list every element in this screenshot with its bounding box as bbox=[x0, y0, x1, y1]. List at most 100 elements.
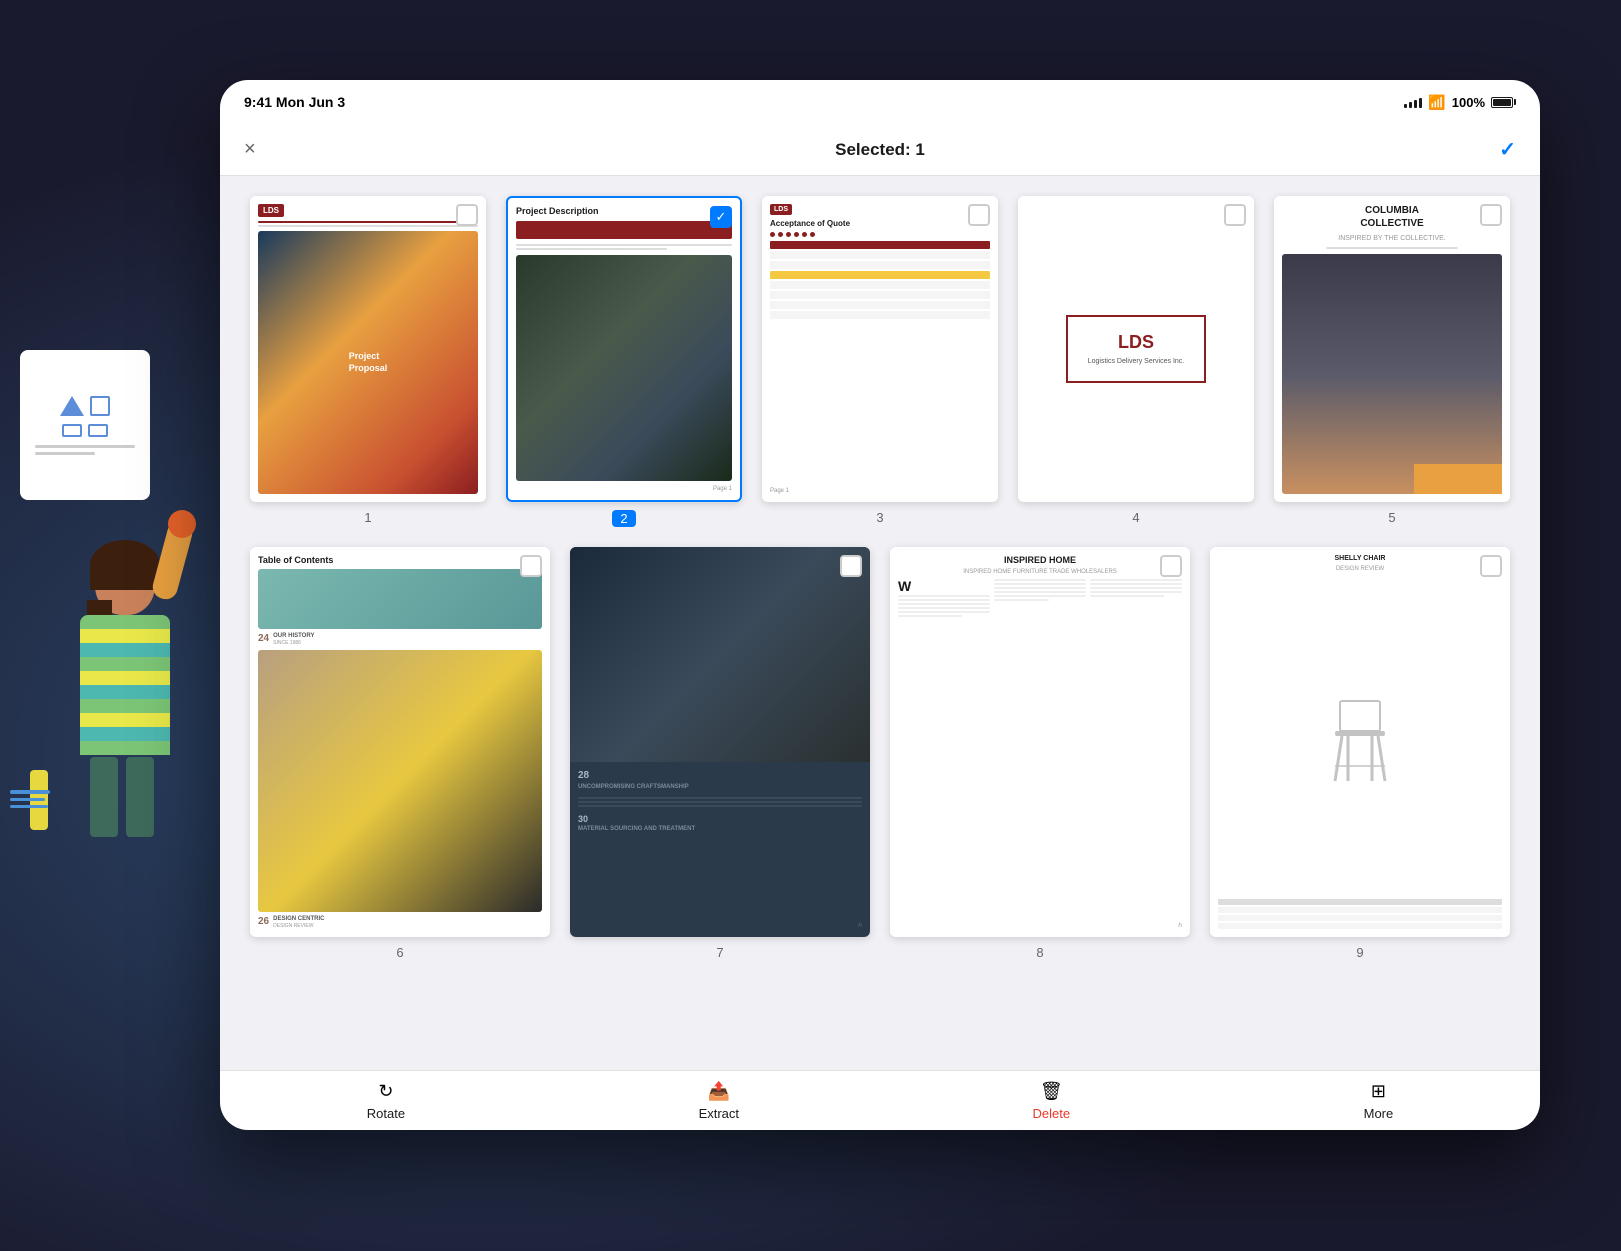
doc-line-short bbox=[35, 452, 95, 455]
thumb-9[interactable]: SHELLY CHAIR DESIGN REVIEW bbox=[1210, 547, 1510, 937]
page1-image: ProjectProposal bbox=[258, 231, 478, 494]
thumb-3[interactable]: LDS Acceptance of Quote bbox=[762, 196, 998, 502]
battery-percent: 100% bbox=[1452, 95, 1485, 110]
page2-bar bbox=[516, 221, 732, 239]
close-button[interactable]: × bbox=[244, 138, 256, 161]
page-thumb-4[interactable]: LDS Logistics Delivery Services Inc. 4 bbox=[1018, 196, 1254, 527]
page6-top-img bbox=[258, 569, 542, 629]
nav-bar: × Selected: 1 ✓ bbox=[220, 124, 1540, 176]
content-area: LDS ProjectProposal 1 bbox=[220, 176, 1540, 1070]
delete-button[interactable]: 🗑 Delete bbox=[1033, 1081, 1071, 1121]
page2-footer: Page 1 bbox=[516, 486, 732, 492]
page9-title: SHELLY CHAIR bbox=[1218, 555, 1502, 562]
square-icon bbox=[90, 396, 110, 416]
page2-image bbox=[516, 255, 732, 481]
page-thumb-5[interactable]: COLUMBIACOLLECTIVE INSPIRED BY THE COLLE… bbox=[1274, 196, 1510, 527]
toc-entry-2: 26 DESIGN CENTRIC DESIGN REVIEW bbox=[258, 916, 542, 929]
page-thumb-1[interactable]: LDS ProjectProposal 1 bbox=[250, 196, 486, 527]
page-thumb-6[interactable]: Table of Contents 24 OUR HISTORY SINCE 1… bbox=[250, 547, 550, 960]
page-number-8: 8 bbox=[1036, 945, 1043, 960]
page3-content: LDS Acceptance of Quote bbox=[762, 196, 998, 502]
checkbox-2[interactable]: ✓ bbox=[710, 206, 732, 228]
page-number-7: 7 bbox=[716, 945, 723, 960]
page-number-3: 3 bbox=[876, 510, 883, 525]
more-label: More bbox=[1364, 1106, 1394, 1121]
page7-text1: UNCOMPROMISING CRAFTSMANSHIP bbox=[578, 784, 862, 792]
page6-title: Table of Contents bbox=[258, 555, 542, 565]
checkbox-8[interactable] bbox=[1160, 555, 1182, 577]
status-time: 9:41 Mon Jun 3 bbox=[244, 94, 345, 110]
page6-bottom-img bbox=[258, 650, 542, 912]
page-number-5: 5 bbox=[1388, 510, 1395, 525]
toc-sub-1: SINCE 1986 bbox=[273, 640, 314, 646]
page3-footer: Page 1 bbox=[770, 488, 990, 494]
thumb-7[interactable]: 28 UNCOMPROMISING CRAFTSMANSHIP 30 MATER bbox=[570, 547, 870, 937]
page8-content: INSPIRED HOME INSPIRED HOME FURNITURE TR… bbox=[890, 547, 1190, 937]
toc-title-2: DESIGN CENTRIC bbox=[273, 916, 324, 922]
signal-icon bbox=[1404, 96, 1422, 108]
page-number-6: 6 bbox=[396, 945, 403, 960]
checkbox-1[interactable] bbox=[456, 204, 478, 226]
page9-chair bbox=[1218, 576, 1502, 895]
toc-num-2: 26 bbox=[258, 916, 269, 927]
page-thumb-7[interactable]: 28 UNCOMPROMISING CRAFTSMANSHIP 30 MATER bbox=[570, 547, 870, 960]
checkbox-6[interactable] bbox=[520, 555, 542, 577]
page2-title: Project Description bbox=[516, 206, 732, 216]
page8-title: INSPIRED HOME bbox=[898, 555, 1182, 565]
battery-icon bbox=[1491, 97, 1516, 108]
toc-title-1: OUR HISTORY bbox=[273, 633, 314, 639]
page5-image bbox=[1282, 254, 1502, 494]
thumb-6[interactable]: Table of Contents 24 OUR HISTORY SINCE 1… bbox=[250, 547, 550, 937]
page1-content: LDS ProjectProposal bbox=[250, 196, 486, 502]
page-thumb-8[interactable]: INSPIRED HOME INSPIRED HOME FURNITURE TR… bbox=[890, 547, 1190, 960]
page7-footer: ℎ bbox=[578, 922, 862, 929]
rotate-button[interactable]: ↻ Rotate bbox=[367, 1081, 405, 1121]
page7-num1: 28 bbox=[578, 770, 862, 781]
page9-table bbox=[1218, 899, 1502, 929]
document-card bbox=[20, 350, 150, 500]
thumb-4[interactable]: LDS Logistics Delivery Services Inc. bbox=[1018, 196, 1254, 502]
checkbox-5[interactable] bbox=[1480, 204, 1502, 226]
more-button[interactable]: ⊞ More bbox=[1364, 1081, 1394, 1121]
checkbox-7[interactable] bbox=[840, 555, 862, 577]
page8-body: W bbox=[898, 579, 1182, 918]
page7-text: 28 UNCOMPROMISING CRAFTSMANSHIP 30 MATER bbox=[570, 762, 870, 937]
confirm-button[interactable]: ✓ bbox=[1499, 137, 1516, 162]
page7-content: 28 UNCOMPROMISING CRAFTSMANSHIP 30 MATER bbox=[570, 547, 870, 937]
page3-title: Acceptance of Quote bbox=[770, 219, 990, 228]
page1-title: ProjectProposal bbox=[345, 347, 392, 378]
bottom-toolbar: ↻ Rotate 📤 Extract 🗑 Delete ⊞ More bbox=[220, 1070, 1540, 1130]
page-number-9: 9 bbox=[1356, 945, 1363, 960]
page-thumb-3[interactable]: LDS Acceptance of Quote bbox=[762, 196, 998, 527]
thumb-1[interactable]: LDS ProjectProposal bbox=[250, 196, 486, 502]
wifi-icon: 📶 bbox=[1428, 94, 1445, 111]
extract-button[interactable]: 📤 Extract bbox=[699, 1081, 739, 1121]
thumb-2[interactable]: ✓ Project Description Page 1 bbox=[506, 196, 742, 502]
rotate-label: Rotate bbox=[367, 1106, 405, 1121]
checkbox-3[interactable] bbox=[968, 204, 990, 226]
lds-logo-text: LDS bbox=[1118, 332, 1154, 353]
page7-image bbox=[570, 547, 870, 761]
checkbox-9[interactable] bbox=[1480, 555, 1502, 577]
page3-logo: LDS bbox=[770, 204, 792, 215]
page8-subtitle: INSPIRED HOME FURNITURE TRADE WHOLESALER… bbox=[898, 569, 1182, 575]
doc-line bbox=[35, 445, 135, 448]
toc-entry-1: 24 OUR HISTORY SINCE 1986 bbox=[258, 633, 542, 646]
page5-sub: INSPIRED BY THE COLLECTIVE. bbox=[1282, 235, 1502, 242]
pages-grid-row1: LDS ProjectProposal 1 bbox=[250, 196, 1510, 527]
page2-content: Project Description Page 1 bbox=[508, 198, 740, 500]
thumb-8[interactable]: INSPIRED HOME INSPIRED HOME FURNITURE TR… bbox=[890, 547, 1190, 937]
page-thumb-2[interactable]: ✓ Project Description Page 1 2 bbox=[506, 196, 742, 527]
checkbox-4[interactable] bbox=[1224, 204, 1246, 226]
triangle-icon bbox=[60, 396, 84, 416]
page5-title: COLUMBIACOLLECTIVE bbox=[1282, 204, 1502, 230]
page9-content: SHELLY CHAIR DESIGN REVIEW bbox=[1210, 547, 1510, 937]
page5-content: COLUMBIACOLLECTIVE INSPIRED BY THE COLLE… bbox=[1274, 196, 1510, 502]
page-thumb-9[interactable]: SHELLY CHAIR DESIGN REVIEW bbox=[1210, 547, 1510, 960]
rect-icon-1 bbox=[62, 424, 82, 437]
pages-grid-row2: Table of Contents 24 OUR HISTORY SINCE 1… bbox=[250, 547, 1510, 970]
toc-sub-2: DESIGN REVIEW bbox=[273, 923, 324, 929]
thumb-5[interactable]: COLUMBIACOLLECTIVE INSPIRED BY THE COLLE… bbox=[1274, 196, 1510, 502]
page-number-4: 4 bbox=[1132, 510, 1139, 525]
character-body bbox=[80, 550, 170, 837]
